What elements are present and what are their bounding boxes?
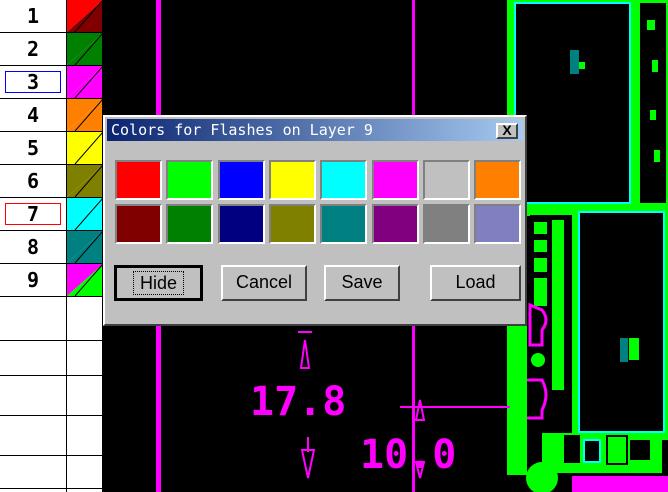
layer-row-4[interactable]: 4 <box>0 99 102 132</box>
layer-divider <box>66 297 67 492</box>
layer-number-4[interactable]: 4 <box>0 99 66 131</box>
color-swatch[interactable] <box>371 204 419 244</box>
cancel-button[interactable]: Cancel <box>221 265 307 301</box>
layer-color-swatch-6[interactable] <box>66 165 102 197</box>
layer-number-1[interactable]: 1 <box>0 0 66 32</box>
close-button[interactable]: X <box>496 123 518 139</box>
color-swatch[interactable] <box>371 160 419 200</box>
layer-color-swatch-2[interactable] <box>66 33 102 65</box>
layer-row-1[interactable]: 1 <box>0 0 102 33</box>
layer-panel: 123456789 <box>0 0 102 492</box>
layer-row-2[interactable]: 2 <box>0 33 102 66</box>
layer-row-empty <box>0 375 102 376</box>
dialog-title: Colors for Flashes on Layer 9 <box>111 121 373 139</box>
color-swatch[interactable] <box>474 160 522 200</box>
hide-button-label: Hide <box>132 271 185 295</box>
layer-color-swatch-4[interactable] <box>66 99 102 131</box>
color-swatch[interactable] <box>115 160 162 200</box>
color-swatch[interactable] <box>217 204 265 244</box>
layer-row-3[interactable]: 3 <box>0 66 102 99</box>
color-swatch[interactable] <box>422 204 470 244</box>
layer-number-8[interactable]: 8 <box>0 231 66 263</box>
layer-row-7[interactable]: 7 <box>0 198 102 231</box>
layer-row-empty <box>0 340 102 341</box>
color-swatch[interactable] <box>268 160 316 200</box>
layer-color-swatch-3[interactable] <box>66 66 102 98</box>
layer-row-5[interactable]: 5 <box>0 132 102 165</box>
load-button[interactable]: Load <box>430 265 521 301</box>
layer-number-2[interactable]: 2 <box>0 33 66 65</box>
layer-color-swatch-1[interactable] <box>66 0 102 32</box>
color-swatch[interactable] <box>217 160 265 200</box>
layer-number-6[interactable]: 6 <box>0 165 66 197</box>
layer-color-swatch-7[interactable] <box>66 198 102 230</box>
layer-row-empty <box>0 488 102 489</box>
layer-number-7[interactable]: 7 <box>0 198 66 230</box>
layer-number-5[interactable]: 5 <box>0 132 66 164</box>
layer-row-6[interactable]: 6 <box>0 165 102 198</box>
layer-number-9[interactable]: 9 <box>0 264 66 296</box>
color-swatch[interactable] <box>320 204 368 244</box>
color-swatch[interactable] <box>268 204 316 244</box>
dialog-titlebar[interactable]: Colors for Flashes on Layer 9 X <box>107 119 523 141</box>
layer-color-swatch-9[interactable] <box>66 264 102 296</box>
color-dialog: Colors for Flashes on Layer 9 X Hide Can… <box>103 115 527 326</box>
color-swatch[interactable] <box>422 160 470 200</box>
hide-button[interactable]: Hide <box>114 265 203 301</box>
layer-number-3[interactable]: 3 <box>0 66 66 98</box>
layer-row-8[interactable]: 8 <box>0 231 102 264</box>
layer-color-swatch-8[interactable] <box>66 231 102 263</box>
layer-row-empty <box>0 415 102 416</box>
color-swatch[interactable] <box>320 160 368 200</box>
dimension-text-secondary: 10.0 <box>360 432 456 478</box>
layer-color-swatch-5[interactable] <box>66 132 102 164</box>
color-swatch[interactable] <box>115 204 162 244</box>
color-swatch[interactable] <box>474 204 522 244</box>
layer-row-9[interactable]: 9 <box>0 264 102 297</box>
color-swatch[interactable] <box>166 204 214 244</box>
save-button[interactable]: Save <box>324 265 400 301</box>
dimension-text-primary: 17.8 <box>250 379 346 425</box>
layer-row-empty <box>0 455 102 456</box>
color-swatch[interactable] <box>166 160 214 200</box>
